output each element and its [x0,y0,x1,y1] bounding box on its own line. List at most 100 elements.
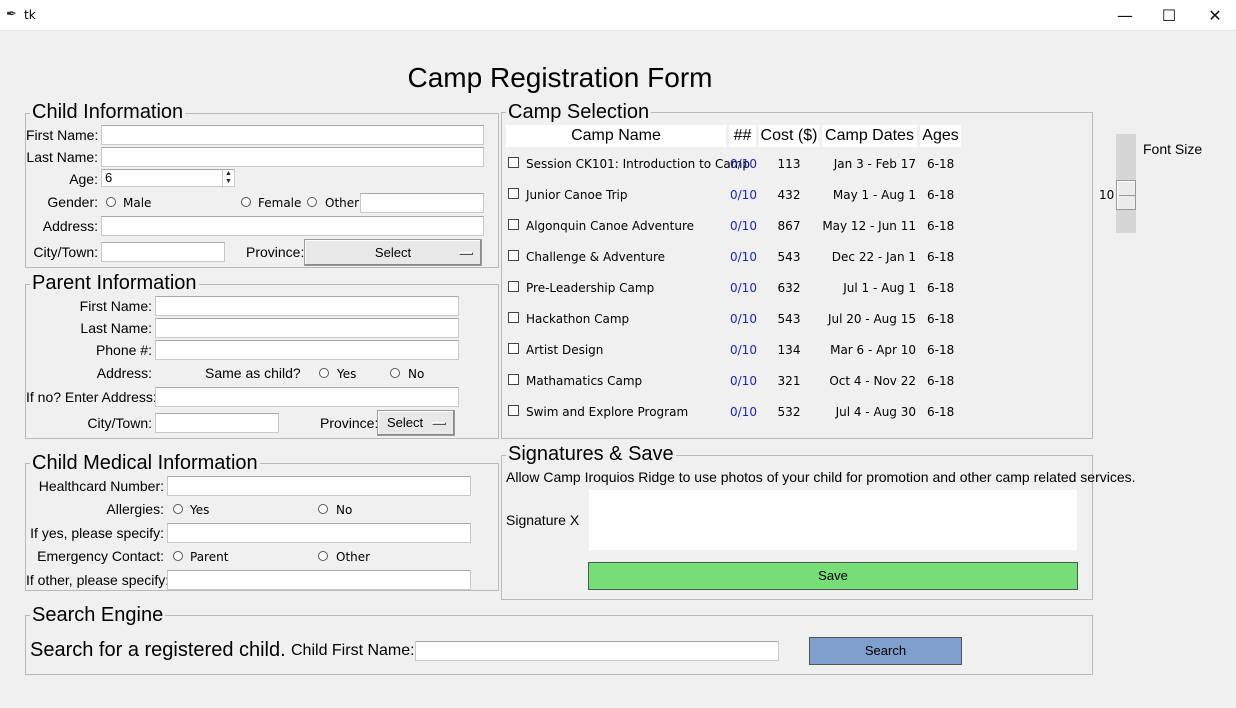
camp-cost: 632 [777,281,801,295]
child-last-name-label: Last Name: [26,149,98,165]
child-last-name-input[interactable] [101,147,484,167]
camp-dates: Jul 20 - Aug 15 [827,312,916,326]
allergies-no-radio[interactable] [318,504,328,514]
search-heading: Search for a registered child. [30,639,286,661]
allergy-specify-input[interactable] [167,523,471,543]
allergies-yes-label: Yes [190,503,210,517]
emergency-parent-radio[interactable] [173,551,183,561]
healthcard-input[interactable] [167,476,471,496]
signature-canvas[interactable] [589,490,1077,550]
search-button[interactable]: Search [809,637,962,665]
dropdown-indicator-icon [432,422,446,425]
header-camp-name: Camp Name [506,125,726,147]
camp-dates: Jan 3 - Feb 17 [833,157,916,171]
child-city-input[interactable] [101,242,225,262]
camp-checkbox[interactable] [508,219,519,230]
allergies-yes-radio[interactable] [173,504,183,514]
child-age-spinbox[interactable]: 6 ▲ ▼ [101,169,235,188]
header-count: ## [729,125,756,147]
camp-checkbox[interactable] [508,157,519,168]
camp-checkbox[interactable] [508,281,519,292]
camp-cost: 543 [777,250,801,264]
camp-checkbox[interactable] [508,343,519,354]
camp-count: 0/10 [730,219,757,233]
parent-city-label: City/Town: [87,415,152,431]
child-province-label: Province: [246,244,305,260]
parent-province-value: Select [387,415,424,430]
gender-female-radio[interactable] [241,197,251,207]
camp-checkbox[interactable] [508,188,519,199]
dropdown-indicator-icon [459,252,473,255]
search-legend: Search Engine [30,604,166,626]
if-no-address-label: If no? Enter Address: [26,389,157,405]
font-size-label: Font Size [1143,141,1203,157]
same-as-child-label: Same as child? [205,365,301,381]
child-province-dropdown[interactable]: Select [304,239,482,266]
camp-count: 0/10 [730,405,757,419]
camp-count: 0/10 [730,343,757,357]
parent-phone-input[interactable] [155,340,459,360]
emergency-contact-label: Emergency Contact: [37,548,164,564]
camp-ages: 6-18 [927,157,955,171]
parent-province-label: Province: [320,415,379,431]
emergency-other-label: Other [336,550,371,564]
camp-cost: 134 [777,343,801,357]
child-first-name-input[interactable] [101,125,484,145]
signature-label: Signature X [506,512,580,528]
gender-male-radio[interactable] [106,197,116,207]
camp-checkbox[interactable] [508,312,519,323]
gender-other-label: Other [325,196,360,210]
camp-dates: Oct 4 - Nov 22 [829,374,916,388]
header-dates: Camp Dates [822,125,917,147]
close-button[interactable]: ✕ [1192,0,1236,31]
camp-count: 0/10 [730,312,757,326]
parent-first-name-label: First Name: [79,298,152,314]
save-button[interactable]: Save [588,562,1078,590]
parent-city-input[interactable] [155,413,279,433]
gender-female-label: Female [258,196,302,210]
camp-ages: 6-18 [927,250,955,264]
search-input[interactable] [415,641,779,661]
parent-address-input[interactable] [155,387,459,407]
emergency-other-radio[interactable] [318,551,328,561]
minimize-button[interactable]: — [1102,0,1148,31]
maximize-button[interactable]: ☐ [1146,0,1192,31]
camp-checkbox[interactable] [508,405,519,416]
camp-ages: 6-18 [927,405,955,419]
camp-count: 0/10 [730,157,757,171]
camp-count: 0/10 [730,374,757,388]
camp-ages: 6-18 [927,374,955,388]
camp-name: Mathamatics Camp [526,374,643,388]
gender-other-input[interactable] [360,193,484,213]
child-info-legend: Child Information [30,101,186,123]
same-yes-radio[interactable] [319,368,329,378]
gender-other-radio[interactable] [307,197,317,207]
allergies-no-label: No [336,503,353,517]
camp-cost: 113 [777,157,801,171]
camp-name: Artist Design [526,343,604,357]
camp-count: 0/10 [730,188,757,202]
same-no-label: No [408,367,425,381]
parent-last-name-input[interactable] [155,318,459,338]
camp-cost: 432 [777,188,801,202]
emergency-specify-label: If other, please specify: [26,572,170,588]
photo-consent-text: Allow Camp Iroquios Ridge to use photos … [506,469,1136,485]
camp-checkbox[interactable] [508,250,519,261]
child-address-label: Address: [42,218,98,234]
font-size-slider[interactable] [1116,134,1136,233]
allergies-label: Allergies: [106,501,164,517]
camp-name: Challenge & Adventure [526,250,666,264]
camp-ages: 6-18 [927,343,955,357]
camp-checkbox[interactable] [508,374,519,385]
healthcard-label: Healthcard Number: [38,478,164,494]
parent-province-dropdown[interactable]: Select [377,410,455,436]
slider-handle[interactable] [1116,180,1136,210]
camp-ages: 6-18 [927,312,955,326]
camp-dates: May 1 - Aug 1 [832,188,916,202]
camp-dates: May 12 - Jun 11 [822,219,916,233]
emergency-specify-input[interactable] [167,570,471,590]
same-no-radio[interactable] [390,368,400,378]
age-spin-arrows-icon[interactable]: ▲ ▼ [222,170,234,188]
parent-first-name-input[interactable] [155,296,459,316]
child-address-input[interactable] [101,216,484,236]
